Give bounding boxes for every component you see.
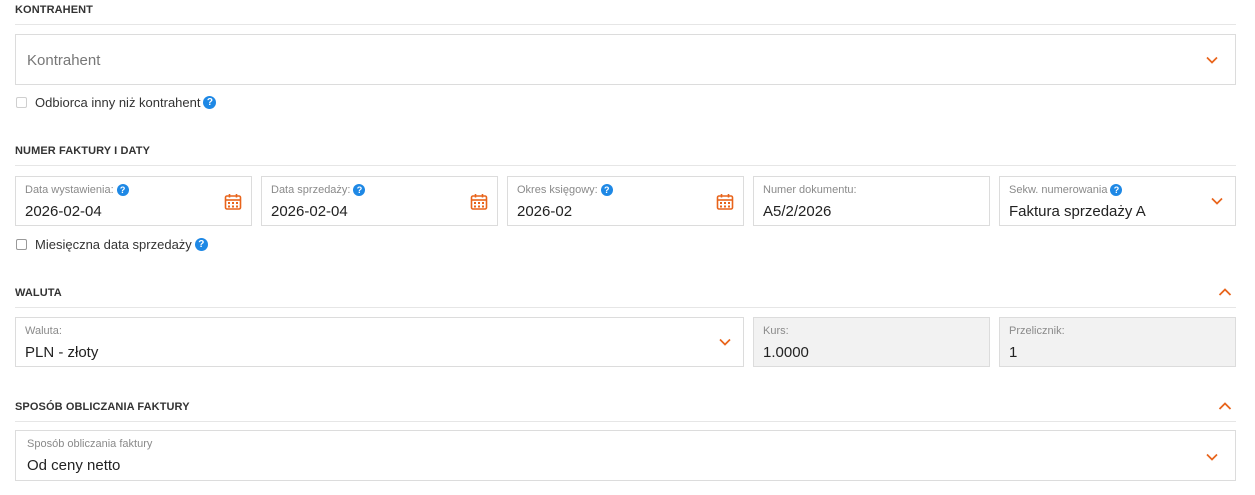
numer-dokumentu-value: A5/2/2026 [763, 203, 832, 220]
przelicznik-value: 1 [1009, 344, 1018, 361]
sposob-obliczania-label: Sposób obliczania faktury [27, 438, 153, 450]
help-icon[interactable]: ? [600, 184, 613, 196]
help-icon[interactable]: ? [353, 184, 366, 196]
przelicznik-field: Przelicznik: 1 [999, 317, 1236, 367]
data-sprzedazy-label: Data sprzedaży: [271, 184, 351, 196]
chevron-up-icon[interactable] [1216, 397, 1234, 415]
help-icon[interactable]: ? [116, 184, 129, 196]
sekwencja-value: Faktura sprzedaży A [1009, 203, 1146, 220]
miesieczna-checkbox-label: Miesięczna data sprzedaży [35, 237, 192, 252]
sekwencja-numerowania-select[interactable]: Sekw. numerowania? Faktura sprzedaży A [999, 176, 1236, 226]
kontrahent-section-header: KONTRAHENT [15, 0, 1236, 25]
sposob-section-header: SPOSÓB OBLICZANIA FAKTURY [15, 397, 1236, 422]
numer-section-title: NUMER FAKTURY I DATY [15, 145, 151, 157]
waluta-section-header: WALUTA [15, 283, 1236, 308]
sposob-obliczania-select[interactable]: Sposób obliczania faktury Od ceny netto [15, 430, 1236, 481]
przelicznik-label: Przelicznik: [1009, 325, 1065, 337]
data-wystawienia-field[interactable]: Data wystawienia:? 2026-02-04 [15, 176, 252, 226]
kontrahent-placeholder: Kontrahent [27, 52, 101, 69]
miesieczna-checkbox[interactable] [16, 239, 27, 250]
chevron-down-icon[interactable] [1209, 193, 1225, 209]
sposob-obliczania-value: Od ceny netto [27, 457, 121, 474]
waluta-value: PLN - złoty [25, 344, 99, 361]
kurs-value: 1.0000 [763, 344, 809, 361]
kontrahent-select[interactable]: Kontrahent [15, 34, 1236, 85]
numer-dokumentu-label: Numer dokumentu: [763, 184, 857, 196]
help-icon[interactable]: ? [194, 238, 208, 251]
odbiorca-checkbox-label: Odbiorca inny niż kontrahent [35, 95, 201, 110]
sekwencja-label: Sekw. numerowania [1009, 184, 1108, 196]
miesieczna-checkbox-row: Miesięczna data sprzedaży ? [16, 237, 208, 252]
okres-ksiegowy-value: 2026-02 [517, 203, 573, 220]
numer-section-header: NUMER FAKTURY I DATY [15, 141, 1236, 166]
waluta-label: Waluta: [25, 325, 62, 337]
data-sprzedazy-value: 2026-02-04 [271, 203, 348, 220]
kontrahent-section-title: KONTRAHENT [15, 4, 93, 16]
data-sprzedazy-field[interactable]: Data sprzedaży:? 2026-02-04 [261, 176, 498, 226]
chevron-down-icon[interactable] [717, 334, 733, 350]
sposob-section-title: SPOSÓB OBLICZANIA FAKTURY [15, 401, 190, 413]
kurs-field: Kurs: 1.0000 [753, 317, 990, 367]
data-wystawienia-value: 2026-02-04 [25, 203, 102, 220]
help-icon[interactable]: ? [203, 96, 217, 109]
chevron-up-icon[interactable] [1216, 283, 1234, 301]
calendar-icon[interactable] [469, 192, 489, 212]
calendar-icon[interactable] [715, 192, 735, 212]
waluta-select[interactable]: Waluta: PLN - złoty [15, 317, 744, 367]
okres-ksiegowy-label: Okres księgowy: [517, 184, 598, 196]
numer-dokumentu-field[interactable]: Numer dokumentu: A5/2/2026 [753, 176, 990, 226]
waluta-section-title: WALUTA [15, 287, 62, 299]
data-wystawienia-label: Data wystawienia: [25, 184, 114, 196]
odbiorca-checkbox-row: Odbiorca inny niż kontrahent ? [16, 95, 217, 110]
okres-ksiegowy-field[interactable]: Okres księgowy:? 2026-02 [507, 176, 744, 226]
calendar-icon[interactable] [223, 192, 243, 212]
odbiorca-checkbox[interactable] [16, 97, 27, 108]
chevron-down-icon[interactable] [1204, 449, 1220, 465]
chevron-down-icon[interactable] [1204, 52, 1220, 68]
kurs-label: Kurs: [763, 325, 789, 337]
help-icon[interactable]: ? [1110, 184, 1123, 196]
